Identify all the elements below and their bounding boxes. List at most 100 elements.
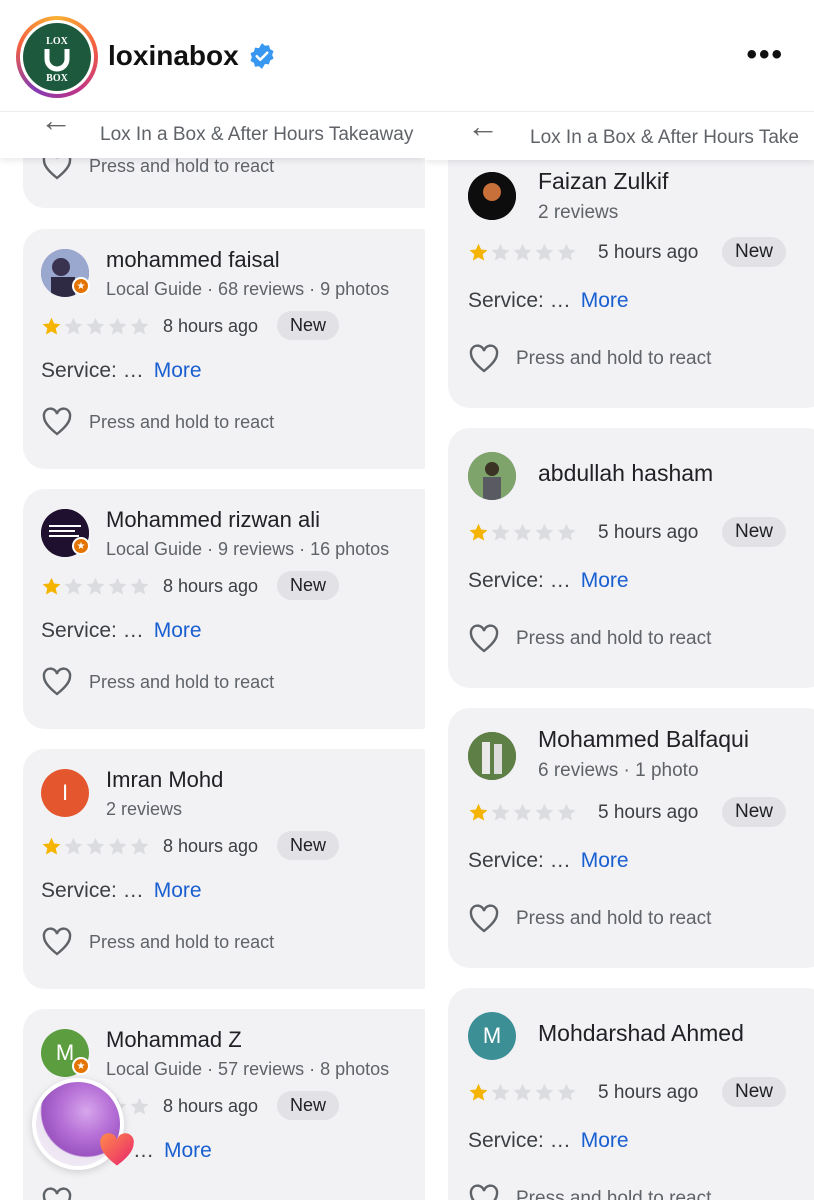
star-empty-icon <box>513 803 532 821</box>
review-time: 5 hours ago <box>598 522 699 543</box>
star-empty-icon <box>513 243 532 261</box>
react-row[interactable]: Press and hold to react <box>41 667 274 697</box>
star-empty-icon <box>535 243 554 261</box>
more-link[interactable]: More <box>581 849 629 872</box>
react-label: Press and hold to react <box>516 908 712 929</box>
panel-header: ← Lox In a Box & After Hours Takeaway <box>0 112 425 158</box>
reviewer-meta: Local Guide · 57 reviews · 8 photos <box>106 1059 390 1079</box>
star-filled-icon <box>42 317 61 335</box>
verified-badge-icon <box>250 43 274 69</box>
review-time: 5 hours ago <box>598 802 699 823</box>
horseshoe-logo-icon: LOX BOX <box>44 36 70 84</box>
reviewer-avatar[interactable] <box>468 452 516 500</box>
react-label: Press and hold to react <box>89 155 275 176</box>
star-rating <box>468 1082 577 1103</box>
more-link[interactable]: More <box>154 619 202 642</box>
heart-icon[interactable] <box>468 1184 500 1200</box>
review-card: I Imran Mohd 2 reviews 8 hours ago New S… <box>23 749 425 989</box>
reviewer-avatar[interactable] <box>468 172 516 220</box>
review-text: Service: … More <box>41 619 202 643</box>
star-empty-icon <box>86 837 105 855</box>
star-empty-icon <box>535 523 554 541</box>
react-row[interactable]: Press and hold to react <box>468 624 711 654</box>
profile-username[interactable]: loxinabox <box>108 40 239 72</box>
react-row[interactable] <box>41 1187 73 1200</box>
star-empty-icon <box>535 1083 554 1101</box>
reviewer-name[interactable]: Mohammed Balfaqui <box>538 726 749 753</box>
review-text: Service: … More <box>468 849 629 873</box>
more-link[interactable]: More <box>581 569 629 592</box>
star-empty-icon <box>130 1097 149 1115</box>
star-empty-icon <box>108 837 127 855</box>
service-label: Service: … <box>41 879 144 902</box>
service-label: Service: … <box>468 569 571 592</box>
more-options-icon[interactable]: ••• <box>746 40 784 70</box>
place-title: Lox In a Box & After Hours Takeaway <box>100 124 414 145</box>
new-badge: New <box>277 311 340 340</box>
star-empty-icon <box>513 523 532 541</box>
story-avatar[interactable] <box>32 1078 134 1170</box>
star-empty-icon <box>491 803 510 821</box>
heart-icon[interactable] <box>41 407 73 437</box>
logo-text-top: LOX <box>46 36 68 47</box>
new-badge: New <box>722 1077 787 1107</box>
star-filled-icon <box>469 1083 488 1101</box>
right-review-panel: ← Lox In a Box & After Hours Take Faizan… <box>425 112 814 1200</box>
reviewer-meta: 6 reviews · 1 photo <box>538 760 699 781</box>
service-label: Service: … <box>468 849 571 872</box>
local-guide-badge-icon: ★ <box>72 1057 90 1075</box>
heart-icon[interactable] <box>468 904 500 934</box>
review-time: 8 hours ago <box>163 316 259 336</box>
more-link[interactable]: More <box>581 1129 629 1152</box>
reviewer-name[interactable]: Faizan Zulkif <box>538 168 668 195</box>
service-label: … <box>133 1139 154 1162</box>
review-text: … More <box>133 1139 212 1163</box>
heart-icon[interactable] <box>41 667 73 697</box>
back-arrow-icon[interactable]: ← <box>467 112 499 145</box>
heart-reaction-icon[interactable] <box>98 1132 136 1168</box>
react-row[interactable]: Press and hold to react <box>468 1184 711 1200</box>
reviewer-meta: 2 reviews <box>538 202 619 223</box>
star-filled-icon <box>469 803 488 821</box>
more-link[interactable]: More <box>164 1139 212 1162</box>
star-empty-icon <box>491 243 510 261</box>
reviewer-name[interactable]: Mohdarshad Ahmed <box>538 1020 744 1047</box>
star-rating <box>468 242 577 263</box>
star-rating <box>41 836 150 857</box>
reviewer-avatar[interactable]: I <box>41 769 89 817</box>
react-label: Press and hold to react <box>516 1188 712 1200</box>
more-link[interactable]: More <box>154 879 202 902</box>
back-arrow-icon[interactable]: ← <box>40 112 72 139</box>
more-link[interactable]: More <box>154 359 202 382</box>
star-empty-icon <box>108 317 127 335</box>
review-text: Service: … More <box>41 359 202 383</box>
react-row[interactable]: Press and hold to react <box>41 407 274 437</box>
new-badge: New <box>722 797 787 827</box>
reviewer-name[interactable]: Imran Mohd <box>106 767 223 793</box>
more-link[interactable]: More <box>581 289 629 312</box>
heart-icon[interactable] <box>41 1187 73 1200</box>
star-empty-icon <box>535 803 554 821</box>
star-empty-icon <box>557 1083 576 1101</box>
react-row[interactable]: Press and hold to react <box>468 904 711 934</box>
review-text: Service: … More <box>468 1129 629 1153</box>
react-label: Press and hold to react <box>89 931 275 952</box>
heart-icon[interactable] <box>468 344 500 374</box>
profile-avatar[interactable]: LOX BOX <box>16 16 98 98</box>
react-label: Press and hold to react <box>516 348 712 369</box>
heart-icon[interactable] <box>468 624 500 654</box>
reviewer-avatar[interactable]: M <box>468 1012 516 1060</box>
reviewer-name[interactable]: abdullah hasham <box>538 460 713 487</box>
review-card: ★ Mohammed rizwan ali Local Guide · 9 re… <box>23 489 425 729</box>
react-row[interactable]: Press and hold to react <box>41 927 274 957</box>
reviewer-name[interactable]: Mohammad Z <box>106 1027 242 1053</box>
place-title: Lox In a Box & After Hours Take <box>530 127 799 148</box>
heart-icon[interactable] <box>41 927 73 957</box>
star-rating <box>468 802 577 823</box>
new-badge: New <box>722 517 787 547</box>
react-row[interactable]: Press and hold to react <box>468 344 711 374</box>
new-badge: New <box>277 1091 340 1120</box>
reviewer-name[interactable]: Mohammed rizwan ali <box>106 507 320 533</box>
reviewer-name[interactable]: mohammed faisal <box>106 247 280 273</box>
reviewer-avatar[interactable] <box>468 732 516 780</box>
